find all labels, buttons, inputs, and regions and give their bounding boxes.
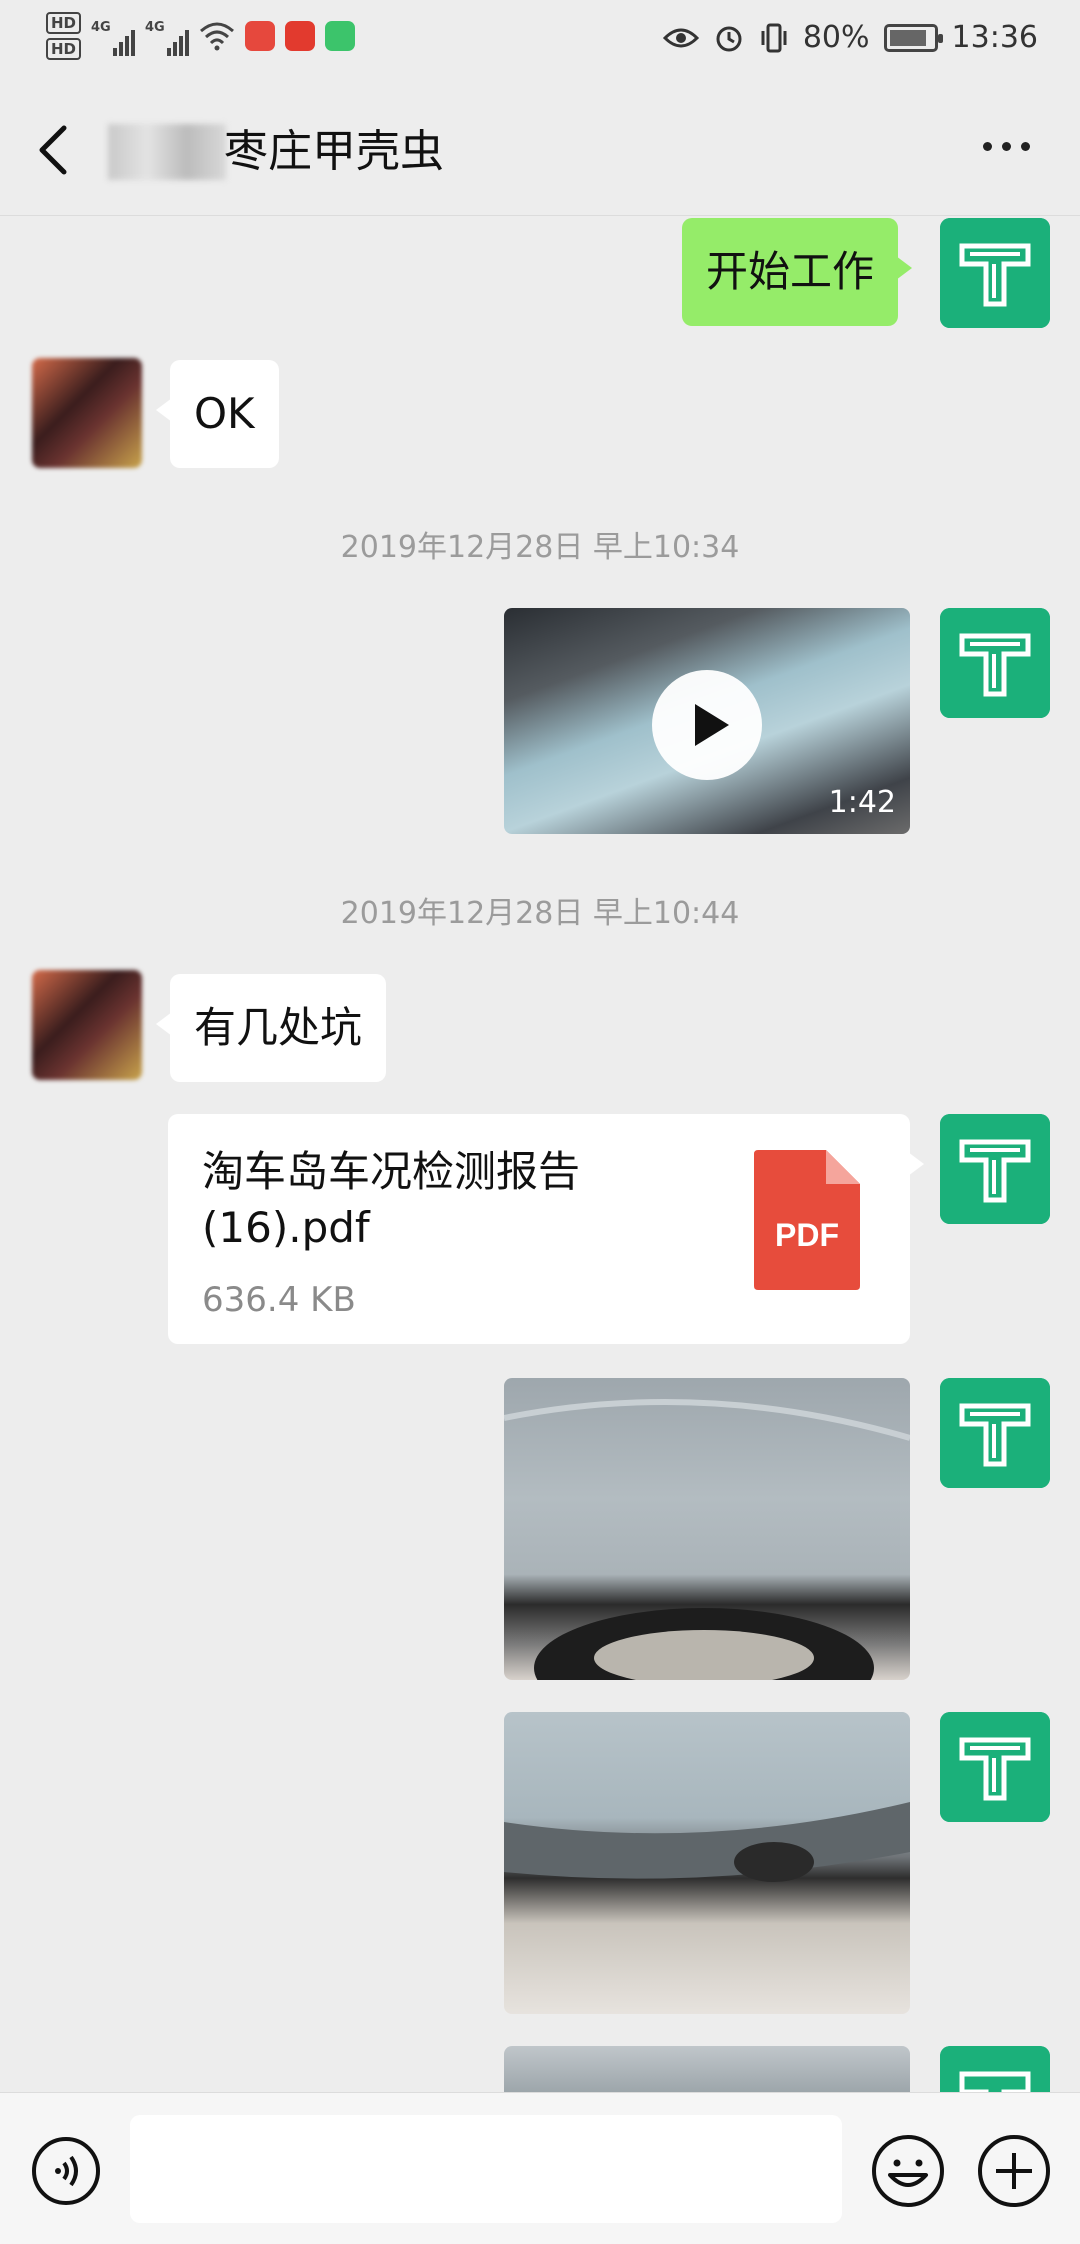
timestamp: 2019年12月28日 早上10:34 — [340, 530, 740, 565]
signal-2-icon: 4G — [145, 16, 190, 56]
underbody-image — [504, 1802, 910, 1882]
input-bar — [0, 2092, 1080, 2244]
my-avatar[interactable] — [940, 608, 1050, 718]
battery-icon — [883, 23, 943, 52]
app-notification-icon — [245, 21, 276, 51]
status-left: HD HD 4G 4G — [46, 12, 356, 60]
t-logo-icon — [940, 1378, 1050, 1488]
plus-icon[interactable] — [976, 2133, 1052, 2209]
sent-message[interactable]: 开始工作 — [682, 218, 913, 326]
play-icon[interactable] — [652, 670, 762, 780]
hd2-label: HD — [46, 38, 82, 60]
photo-message[interactable] — [504, 1378, 910, 1680]
my-avatar[interactable] — [940, 2046, 1050, 2092]
my-avatar[interactable] — [940, 1378, 1050, 1488]
pdf-badge: PDF — [775, 1217, 839, 1253]
t-logo-icon — [940, 1712, 1050, 1822]
signal-1-icon: 4G — [91, 16, 136, 56]
message-input[interactable] — [130, 2115, 842, 2223]
chat-title: 枣庄甲壳虫 — [224, 126, 444, 177]
file-size: 636.4 KB — [202, 1280, 356, 1320]
file-message[interactable]: 淘车岛车况检测报告(16).pdf 636.4 KB PDF — [168, 1114, 924, 1344]
my-avatar[interactable] — [940, 1712, 1050, 1822]
contact-avatar[interactable] — [32, 970, 142, 1080]
more-icon[interactable] — [983, 142, 1030, 151]
eye-icon — [662, 28, 699, 47]
t-logo-icon — [940, 608, 1050, 718]
photo-message[interactable] — [504, 2046, 910, 2092]
hd1-label: HD — [46, 12, 82, 34]
my-avatar[interactable] — [940, 1114, 1050, 1224]
pdf-icon: PDF — [754, 1150, 860, 1290]
network-1-label: 4G — [91, 20, 111, 35]
received-message[interactable]: 有几处坑 — [155, 974, 387, 1082]
video-message[interactable]: 1:42 — [504, 608, 910, 834]
title-redacted — [108, 124, 226, 180]
voice-icon[interactable] — [30, 2135, 102, 2207]
message-text: 开始工作 — [706, 247, 875, 296]
chat-header: 枣庄甲壳虫 — [0, 84, 1080, 216]
hd-indicators: HD HD — [46, 12, 82, 60]
received-message[interactable]: OK — [156, 360, 279, 468]
back-arrow-icon[interactable] — [34, 122, 74, 178]
t-logo-icon — [940, 2046, 1050, 2092]
contact-avatar[interactable] — [32, 358, 142, 468]
t-logo-icon — [940, 218, 1050, 328]
my-avatar[interactable] — [940, 218, 1050, 328]
video-duration: 1:42 — [828, 785, 896, 820]
status-right: 80% 13:36 — [662, 20, 1038, 55]
status-bar: HD HD 4G 4G 80% 13:36 — [0, 0, 1080, 84]
wheel-image — [504, 1399, 910, 1680]
wifi-icon — [200, 22, 235, 51]
message-text: OK — [194, 389, 255, 438]
message-text: 有几处坑 — [194, 1003, 363, 1052]
clock: 13:36 — [951, 20, 1038, 55]
video-notification-icon — [325, 21, 356, 51]
timestamp: 2019年12月28日 早上10:44 — [340, 896, 740, 931]
photo-message[interactable] — [504, 1712, 910, 2014]
network-2-label: 4G — [145, 20, 165, 35]
battery-percent: 80% — [802, 20, 870, 55]
t-logo-icon — [940, 1114, 1050, 1224]
file-name: 淘车岛车况检测报告(16).pdf — [202, 1147, 581, 1252]
emoji-icon[interactable] — [870, 2133, 946, 2209]
vibrate-icon — [761, 23, 787, 52]
toutiao-notification-icon — [285, 21, 316, 51]
alarm-icon — [716, 26, 742, 51]
